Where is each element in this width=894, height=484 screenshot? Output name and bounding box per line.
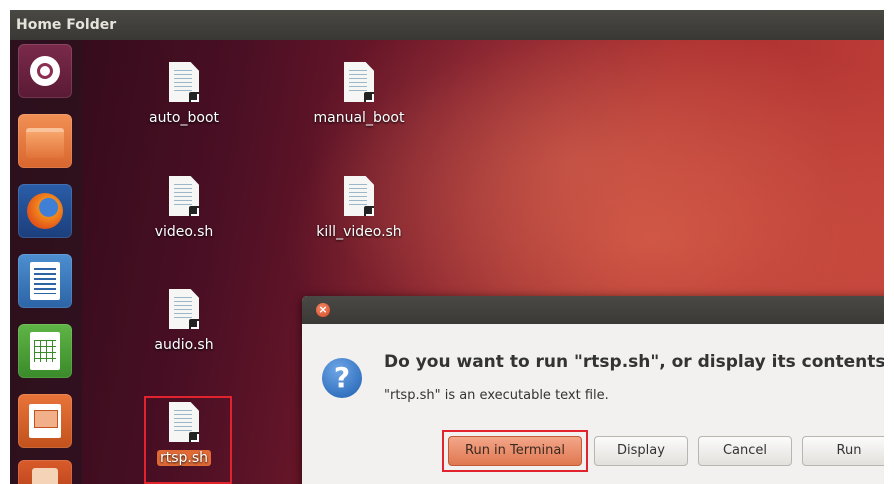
file-label: video.sh xyxy=(154,224,214,240)
dialog-subtext: "rtsp.sh" is an executable text file. xyxy=(384,388,609,403)
question-icon: ? xyxy=(322,358,362,398)
desktop-file[interactable]: manual_boot xyxy=(289,62,429,126)
run-button[interactable]: Run xyxy=(802,436,884,466)
highlight-box-run-in-terminal xyxy=(442,430,588,472)
launcher xyxy=(10,40,82,484)
presentation-icon xyxy=(29,404,61,438)
launcher-calc[interactable] xyxy=(18,324,72,378)
launcher-files[interactable] xyxy=(18,114,72,168)
desktop-file[interactable]: audio.sh xyxy=(114,289,254,353)
launcher-dash[interactable] xyxy=(18,44,72,98)
cancel-button[interactable]: Cancel xyxy=(698,436,792,466)
launcher-writer[interactable] xyxy=(18,254,72,308)
display-button[interactable]: Display xyxy=(594,436,688,466)
file-label: manual_boot xyxy=(313,110,405,126)
dialog-heading: Do you want to run "rtsp.sh", or display… xyxy=(384,352,884,372)
folder-icon xyxy=(26,128,64,158)
ubuntu-logo-icon xyxy=(30,56,60,86)
desktop-file[interactable]: auto_boot xyxy=(114,62,254,126)
launcher-software-center[interactable] xyxy=(18,460,72,484)
text-document-icon xyxy=(30,262,60,300)
link-arrow-icon xyxy=(189,319,199,329)
run-script-dialog: × ? Do you want to run "rtsp.sh", or dis… xyxy=(302,296,884,484)
shopping-bag-icon xyxy=(32,468,58,484)
desktop-screen: Home Folder auto_boot manual_boot video.… xyxy=(10,10,884,484)
file-label: kill_video.sh xyxy=(316,224,402,240)
highlight-box-rtsp xyxy=(144,396,232,484)
window-title: Home Folder xyxy=(16,17,117,33)
link-arrow-icon xyxy=(364,92,374,102)
link-arrow-icon xyxy=(189,92,199,102)
launcher-firefox[interactable] xyxy=(18,184,72,238)
script-file-icon xyxy=(169,289,199,329)
file-label: auto_boot xyxy=(148,110,219,126)
script-file-icon xyxy=(344,62,374,102)
launcher-impress[interactable] xyxy=(18,394,72,448)
link-arrow-icon xyxy=(189,206,199,216)
firefox-icon xyxy=(27,193,63,229)
file-label: audio.sh xyxy=(154,337,214,353)
script-file-icon xyxy=(344,176,374,216)
close-icon[interactable]: × xyxy=(316,303,330,317)
script-file-icon xyxy=(169,176,199,216)
desktop-file[interactable]: video.sh xyxy=(114,176,254,240)
link-arrow-icon xyxy=(364,206,374,216)
top-panel: Home Folder xyxy=(10,10,884,40)
desktop-file[interactable]: kill_video.sh xyxy=(289,176,429,240)
spreadsheet-icon xyxy=(30,332,60,370)
script-file-icon xyxy=(169,62,199,102)
dialog-titlebar: × xyxy=(302,296,884,324)
